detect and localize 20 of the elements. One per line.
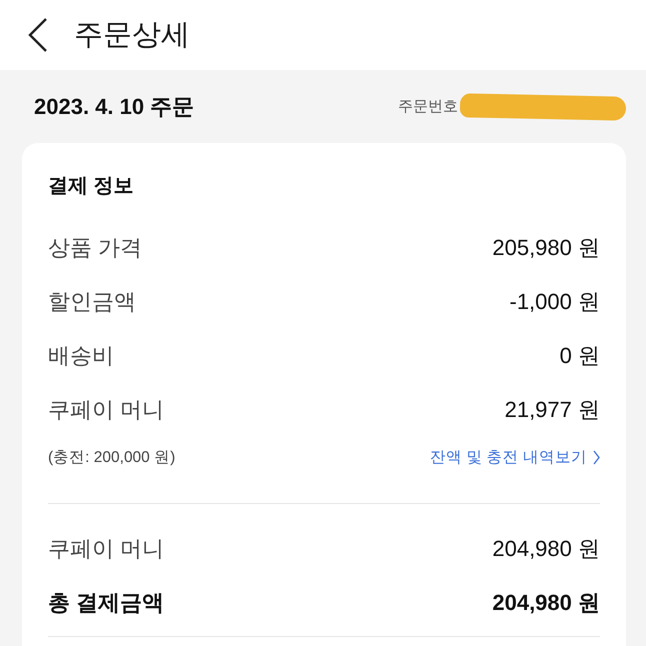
chevron-right-icon [593,450,600,464]
summary-value: 204,980 원 [492,535,600,563]
row-label: 쿠페이 머니 [48,396,164,424]
row-value: 0 원 [560,342,600,370]
row-label: 할인금액 [48,288,136,316]
summary-label: 쿠페이 머니 [48,535,164,563]
row-label: 상품 가격 [48,234,142,262]
row-value: -1,000 원 [510,288,600,316]
row-value: 205,980 원 [492,234,600,262]
row-value: 21,977 원 [504,396,600,424]
history-link[interactable]: 잔액 및 충전 내역보기 [430,446,600,468]
page-title: 주문상세 [74,18,190,53]
summary-label: 총 결제금액 [48,589,164,617]
order-date: 2023. 4. 10 주문 [34,92,194,120]
summary-value: 204,980 원 [492,589,600,617]
row-label: 배송비 [48,342,114,370]
order-number-label: 주문번호 [398,97,458,116]
back-icon[interactable] [28,18,48,52]
section-title: 결제 정보 [48,174,134,199]
charge-note: (충전: 200,000 원) [48,448,176,468]
